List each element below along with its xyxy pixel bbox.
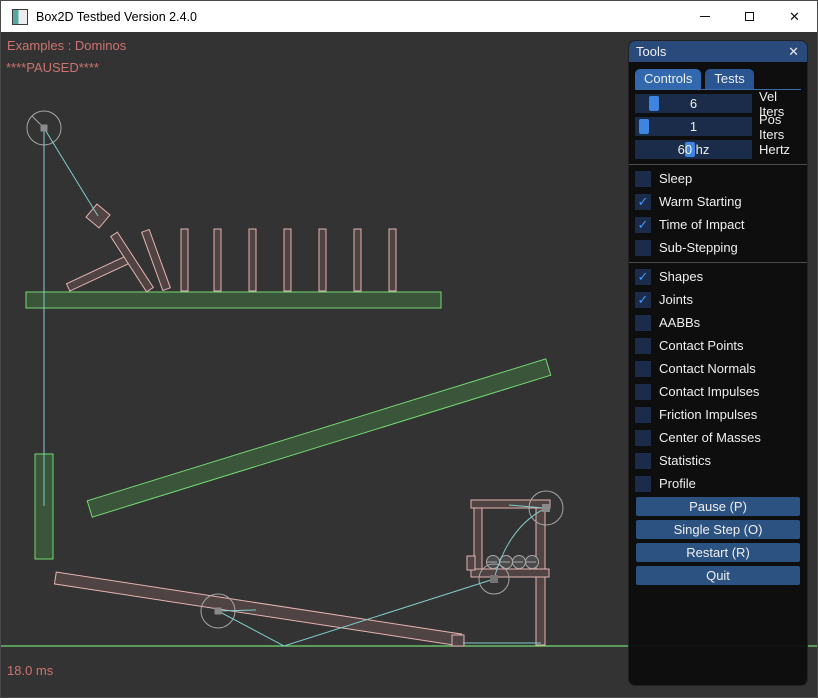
platform-static xyxy=(26,292,441,308)
domino[interactable] xyxy=(319,229,326,291)
app-icon xyxy=(12,9,28,25)
checkbox-shapes[interactable]: ✓ Shapes xyxy=(635,267,801,286)
domino[interactable] xyxy=(249,229,256,291)
pause-button[interactable]: Pause (P) xyxy=(636,497,800,516)
checkbox-box[interactable] xyxy=(635,315,651,331)
check-icon: ✓ xyxy=(638,195,649,208)
minimize-icon xyxy=(700,16,710,17)
tab-tests[interactable]: Tests xyxy=(705,69,753,89)
checkbox-sleep[interactable]: Sleep xyxy=(635,169,801,188)
checkbox-center-of-masses[interactable]: Center of Masses xyxy=(635,428,801,447)
quit-button[interactable]: Quit xyxy=(636,566,800,585)
checkbox-statistics[interactable]: Statistics xyxy=(635,451,801,470)
domino[interactable] xyxy=(389,229,396,291)
example-label: Examples : Dominos xyxy=(7,38,126,53)
domino[interactable] xyxy=(181,229,188,291)
vel-iters-slider[interactable]: 6 xyxy=(635,94,752,113)
checkbox-box[interactable] xyxy=(635,476,651,492)
checkbox-box[interactable] xyxy=(635,171,651,187)
checkbox-box[interactable] xyxy=(635,338,651,354)
os-titlebar[interactable]: Box2D Testbed Version 2.4.0 ✕ xyxy=(1,1,817,32)
checkbox-box[interactable] xyxy=(635,430,651,446)
checkbox-box[interactable] xyxy=(635,407,651,423)
checkbox-time-of-impact[interactable]: ✓ Time of Impact xyxy=(635,215,801,234)
small-ground-box[interactable] xyxy=(452,635,464,646)
checkbox-box[interactable]: ✓ xyxy=(635,269,651,285)
domino[interactable] xyxy=(284,229,291,291)
checkbox-box[interactable] xyxy=(635,361,651,377)
checkbox-box[interactable] xyxy=(635,240,651,256)
pos-iters-slider[interactable]: 1 xyxy=(635,117,752,136)
checkbox-friction-impulses[interactable]: Friction Impulses xyxy=(635,405,801,424)
maximize-icon xyxy=(745,12,754,21)
close-icon: ✕ xyxy=(789,9,800,25)
tab-controls[interactable]: Controls xyxy=(635,69,701,89)
checkbox-warm-starting[interactable]: ✓ Warm Starting xyxy=(635,192,801,211)
domino[interactable] xyxy=(214,229,221,291)
minimize-button[interactable] xyxy=(682,1,727,32)
tools-panel-titlebar[interactable]: Tools ✕ xyxy=(629,41,807,62)
canvas-area: Examples : Dominos ****PAUSED**** 18.0 m… xyxy=(1,32,818,698)
domino-fallen[interactable] xyxy=(66,255,131,291)
checkbox-box[interactable] xyxy=(635,384,651,400)
checkbox-joints[interactable]: ✓ Joints xyxy=(635,290,801,309)
tools-close-button[interactable]: ✕ xyxy=(788,45,799,58)
ramp-static xyxy=(87,359,551,517)
separator xyxy=(629,262,807,263)
checkbox-contact-normals[interactable]: Contact Normals xyxy=(635,359,801,378)
frame-time-label: 18.0 ms xyxy=(7,663,53,678)
hertz-label: Hertz xyxy=(759,142,790,157)
checkbox-aabbs[interactable]: AABBs xyxy=(635,313,801,332)
checkbox-contact-points[interactable]: Contact Points xyxy=(635,336,801,355)
checkbox-profile[interactable]: Profile xyxy=(635,474,801,493)
close-button[interactable]: ✕ xyxy=(772,1,817,32)
checkbox-box[interactable]: ✓ xyxy=(635,292,651,308)
restart-button[interactable]: Restart (R) xyxy=(636,543,800,562)
check-icon: ✓ xyxy=(638,218,649,231)
tools-panel-title: Tools xyxy=(636,44,666,59)
check-icon: ✓ xyxy=(638,293,649,306)
single-step-button[interactable]: Single Step (O) xyxy=(636,520,800,539)
paused-label: ****PAUSED**** xyxy=(6,60,99,75)
check-icon: ✓ xyxy=(638,270,649,283)
maximize-button[interactable] xyxy=(727,1,772,32)
checkbox-contact-impulses[interactable]: Contact Impulses xyxy=(635,382,801,401)
frame-structure[interactable] xyxy=(467,500,550,645)
checkbox-box[interactable]: ✓ xyxy=(635,194,651,210)
balls-group[interactable] xyxy=(487,556,539,569)
pos-iters-label: Pos Iters xyxy=(759,112,801,142)
tools-panel: Tools ✕ Controls Tests 6 Vel Iters 1 P xyxy=(629,41,807,685)
tab-bar: Controls Tests xyxy=(635,69,801,90)
domino[interactable] xyxy=(354,229,361,291)
hertz-slider[interactable]: 60 hz xyxy=(635,140,752,159)
checkbox-box[interactable]: ✓ xyxy=(635,217,651,233)
app-window: Box2D Testbed Version 2.4.0 ✕ xyxy=(0,0,818,698)
window-title: Box2D Testbed Version 2.4.0 xyxy=(36,10,197,24)
checkbox-sub-stepping[interactable]: Sub-Stepping xyxy=(635,238,801,257)
checkbox-box[interactable] xyxy=(635,453,651,469)
separator xyxy=(629,164,807,165)
